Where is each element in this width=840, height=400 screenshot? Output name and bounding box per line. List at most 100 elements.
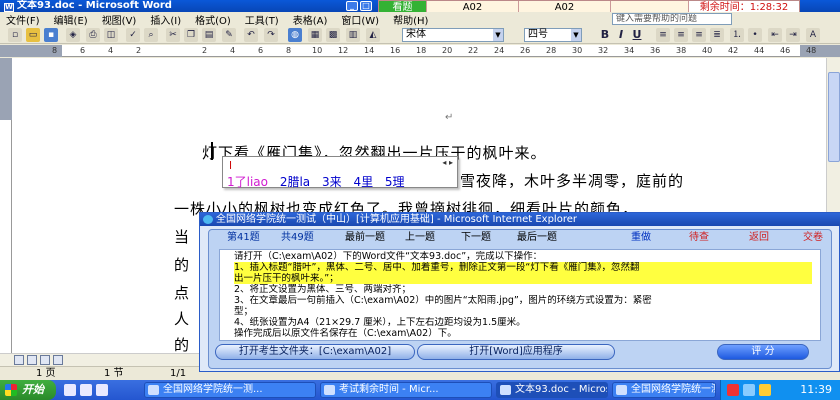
ruler-number: 22 xyxy=(468,46,479,55)
increase-indent-icon[interactable]: ⇥ xyxy=(786,28,800,42)
horizontal-ruler[interactable]: 8 6 4 2 2 4 6 8 10 12 14 16 18 20 22 24 … xyxy=(0,45,840,57)
menu-view[interactable]: 视图(V) xyxy=(102,12,137,27)
submit-exam-link[interactable]: 交卷 xyxy=(803,231,823,245)
start-button[interactable]: 开始 xyxy=(0,380,56,400)
window-title: 文本93.doc - Microsoft Word xyxy=(17,0,172,11)
bold-button[interactable]: B xyxy=(598,28,612,42)
copy-icon[interactable]: ❐ xyxy=(184,28,198,42)
undo-icon[interactable]: ↶ xyxy=(244,28,258,42)
ime-candidate[interactable]: 1了liao xyxy=(227,175,268,189)
ruler-number: 38 xyxy=(676,46,687,55)
ime-page-arrows-icon[interactable]: ◂ ▸ xyxy=(442,158,453,167)
open-word-app-button[interactable]: 打开[Word]应用程序 xyxy=(417,344,615,360)
font-color-icon[interactable]: A xyxy=(806,28,820,42)
question-nav-bar: 第41题 共49题 最前一题 上一题 下一题 最后一题 重做 待查 返回 交卷 xyxy=(221,231,833,245)
ruler-number: 12 xyxy=(338,46,349,55)
ime-candidate[interactable]: 3来 xyxy=(322,175,342,189)
hyperlink-icon[interactable]: ◍ xyxy=(288,28,302,42)
taskbar-button-timer[interactable]: 考试剩余时间 - Micr... xyxy=(320,382,492,398)
taskbar-button-exam[interactable]: 全国网络学院统一测... xyxy=(144,382,316,398)
redo-icon[interactable]: ↷ xyxy=(264,28,278,42)
exam-dialog-title-bar[interactable]: 全国网络学院统一测试（中山）[计算机应用基础] - Microsoft Inte… xyxy=(200,213,840,226)
ime-candidate[interactable]: 5理 xyxy=(385,175,405,189)
underline-button[interactable]: U xyxy=(630,28,644,42)
menu-window[interactable]: 窗口(W) xyxy=(341,12,379,27)
drawing-icon[interactable]: ◭ xyxy=(366,28,380,42)
open-folder-icon[interactable]: ▭ xyxy=(26,28,40,42)
taskbar-button-word[interactable]: 文本93.doc - Micros... xyxy=(496,382,608,398)
save-icon[interactable]: ▪ xyxy=(44,28,58,42)
align-right-icon[interactable]: ≡ xyxy=(692,28,706,42)
normal-view-icon[interactable] xyxy=(14,355,24,365)
web-view-icon[interactable] xyxy=(27,355,37,365)
next-question-link[interactable]: 下一题 xyxy=(461,231,491,245)
research-icon[interactable]: ⌕ xyxy=(144,28,158,42)
ruler-number: 2 xyxy=(136,46,142,55)
format-painter-icon[interactable]: ✎ xyxy=(222,28,236,42)
exam-dialog-window[interactable]: 全国网络学院统一测试（中山）[计算机应用基础] - Microsoft Inte… xyxy=(199,212,840,372)
numbering-icon[interactable]: ⒈ xyxy=(730,28,744,42)
tables-borders-icon[interactable]: ▦ xyxy=(308,28,322,42)
menu-insert[interactable]: 插入(I) xyxy=(150,12,181,27)
tray-ime-icon[interactable] xyxy=(727,384,739,396)
print-icon[interactable]: ⎙ xyxy=(86,28,100,42)
font-name-dropdown-icon[interactable]: ▼ xyxy=(493,29,503,41)
align-left-icon[interactable]: ≡ xyxy=(656,28,670,42)
return-link[interactable]: 返回 xyxy=(749,231,769,245)
print-view-icon[interactable] xyxy=(40,355,50,365)
font-size-dropdown-icon[interactable]: ▼ xyxy=(571,29,581,41)
menu-tools[interactable]: 工具(T) xyxy=(245,12,279,27)
permission-icon[interactable]: ◈ xyxy=(66,28,80,42)
first-question-link[interactable]: 最前一题 xyxy=(345,231,385,245)
ime-candidate[interactable]: 2腊la xyxy=(280,175,310,189)
ruler-number: 8 xyxy=(286,46,292,55)
maximize-button[interactable]: □ xyxy=(360,1,372,11)
font-size-combo[interactable]: 四号 ▼ xyxy=(524,28,582,42)
minimize-button[interactable]: _ xyxy=(346,1,358,11)
scroll-thumb[interactable] xyxy=(828,72,840,162)
font-size-value: 四号 xyxy=(528,29,548,40)
cut-icon[interactable]: ✂ xyxy=(166,28,180,42)
print-preview-icon[interactable]: ◫ xyxy=(104,28,118,42)
align-center-icon[interactable]: ≡ xyxy=(674,28,688,42)
ime-candidate-window[interactable]: l ◂ ▸ 1了liao 2腊la 3来 4里 5理 xyxy=(222,156,458,189)
menu-help[interactable]: 帮助(H) xyxy=(393,12,428,27)
paste-icon[interactable]: ▤ xyxy=(202,28,216,42)
ie-window-icon xyxy=(324,385,335,395)
prev-question-link[interactable]: 上一题 xyxy=(405,231,435,245)
outline-view-icon[interactable] xyxy=(53,355,63,365)
quicklaunch-desktop-icon[interactable] xyxy=(64,384,76,396)
insert-table-icon[interactable]: ▩ xyxy=(326,28,340,42)
new-document-icon[interactable]: ▫ xyxy=(8,28,22,42)
bullets-icon[interactable]: • xyxy=(748,28,762,42)
ruler-number: 34 xyxy=(624,46,635,55)
font-name-combo[interactable]: 宋体 ▼ xyxy=(402,28,504,42)
question-line-highlighted: 出一片压干的枫叶来。”； xyxy=(234,273,812,284)
quicklaunch-media-icon[interactable] xyxy=(96,384,108,396)
help-question-box[interactable]: 键入需要帮助的问题 xyxy=(612,13,732,25)
pending-question-link[interactable]: 待查 xyxy=(689,231,709,245)
tray-network-icon[interactable] xyxy=(743,384,755,396)
score-button[interactable]: 评 分 xyxy=(717,344,809,360)
quicklaunch-ie-icon[interactable] xyxy=(80,384,92,396)
italic-button[interactable]: I xyxy=(614,28,628,42)
spelling-icon[interactable]: ✓ xyxy=(126,28,140,42)
ruler-number: 6 xyxy=(258,46,264,55)
menu-edit[interactable]: 编辑(E) xyxy=(54,12,88,27)
columns-icon[interactable]: ▥ xyxy=(346,28,360,42)
menu-format[interactable]: 格式(O) xyxy=(195,12,231,27)
menu-table[interactable]: 表格(A) xyxy=(293,12,328,27)
ime-candidate[interactable]: 4里 xyxy=(353,175,373,189)
redo-question-link[interactable]: 重做 xyxy=(631,231,651,245)
open-exam-folder-button[interactable]: 打开考生文件夹：[C:\exam\A02] xyxy=(215,344,415,360)
doc-line-4: 当 xyxy=(174,228,191,246)
decrease-indent-icon[interactable]: ⇤ xyxy=(768,28,782,42)
taskbar-button-exam-2[interactable]: 全国网络学院统一测... xyxy=(612,382,716,398)
total-questions: 共49题 xyxy=(281,232,314,243)
vertical-ruler[interactable] xyxy=(0,58,12,353)
last-question-link[interactable]: 最后一题 xyxy=(517,231,557,245)
justify-icon[interactable]: ≣ xyxy=(710,28,724,42)
menu-file[interactable]: 文件(F) xyxy=(6,12,40,27)
tray-volume-icon[interactable] xyxy=(759,384,771,396)
ruler-number: 36 xyxy=(650,46,661,55)
